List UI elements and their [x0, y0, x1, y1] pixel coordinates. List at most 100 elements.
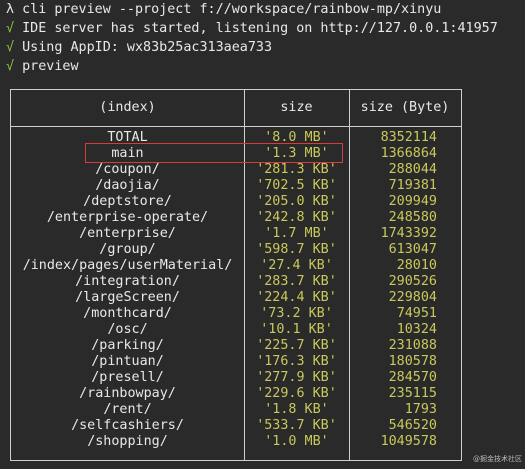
- cell-index: /presell/: [91, 370, 164, 385]
- terminal-line: √ IDE server has started, listening on h…: [6, 19, 519, 38]
- terminal-line-text: preview: [22, 59, 79, 74]
- cell-size-bytes: 10324: [349, 322, 461, 338]
- terminal-output: λ cli preview --project f://workspace/ra…: [6, 0, 519, 76]
- terminal-line: √ Using AppID: wx83b25ac313aea733: [6, 38, 519, 57]
- cell-size-bytes: 248580: [349, 210, 461, 226]
- terminal-line: λ cli preview --project f://workspace/ra…: [6, 0, 519, 19]
- cell-size-bytes: 209949: [349, 194, 461, 210]
- cell-size: '225.7 KB': [256, 338, 337, 353]
- cell-size-bytes: 235115: [349, 386, 461, 402]
- cell-size: '1.7 MB': [264, 226, 329, 241]
- watermark: @掘金技术社区: [473, 455, 522, 463]
- cell-index: /deptstore/: [83, 194, 172, 209]
- table-row: /enterprise-operate/ '242.8 KB' 248580: [11, 210, 461, 226]
- table-row: /group/ '598.7 KB' 613047: [11, 242, 461, 258]
- cell-size: '598.7 KB': [256, 242, 337, 257]
- highlight-box-main: [85, 143, 343, 163]
- size-bytes-value: 248580: [388, 210, 437, 225]
- size-bytes-value: 229804: [388, 290, 437, 305]
- cell-size-bytes: 1793: [349, 402, 461, 418]
- terminal-line: √ preview: [6, 57, 519, 76]
- cell-index: /monthcard/: [83, 306, 172, 321]
- cell-index: /parking/: [91, 338, 164, 353]
- cell-size-bytes: 546520: [349, 418, 461, 434]
- table-row: /daojia/ '702.5 KB' 719381: [11, 178, 461, 194]
- cell-size-bytes: 229804: [349, 290, 461, 306]
- cell-size-bytes: 1743392: [349, 226, 461, 242]
- cell-size-bytes: 231088: [349, 338, 461, 354]
- cell-size-bytes: 180578: [349, 354, 461, 370]
- cell-size-bytes: 8352114: [349, 130, 461, 146]
- size-bytes-value: 613047: [388, 242, 437, 257]
- terminal-line-text: cli preview --project f://workspace/rain…: [22, 2, 442, 17]
- cell-size-bytes: 719381: [349, 178, 461, 194]
- terminal-line-text: IDE server has started, listening on htt…: [22, 21, 498, 36]
- cell-size: '281.3 KB': [256, 162, 337, 177]
- size-bytes-value: 8352114: [380, 130, 437, 145]
- check-mark-icon: √: [6, 21, 23, 36]
- size-bytes-value: 719381: [388, 178, 437, 193]
- size-bytes-value: 28010: [396, 258, 437, 273]
- size-bytes-value: 1793: [404, 402, 437, 417]
- cell-index: /daojia/: [95, 178, 160, 193]
- table-row: /parking/ '225.7 KB' 231088: [11, 338, 461, 354]
- size-bytes-value: 1366864: [380, 146, 437, 161]
- cell-index: /integration/: [75, 274, 180, 289]
- cell-size: '27.4 KB': [260, 258, 333, 273]
- cell-index: /selfcashiers/: [71, 418, 184, 433]
- cell-size: '533.7 KB': [256, 418, 337, 433]
- check-mark-icon: √: [6, 59, 23, 74]
- size-bytes-value: 288044: [388, 162, 437, 177]
- cell-size: '229.6 KB': [256, 386, 337, 401]
- table-row: /integration/ '283.7 KB' 290526: [11, 274, 461, 290]
- size-bytes-value: 74951: [396, 306, 437, 321]
- cell-size: '73.2 KB': [260, 306, 333, 321]
- cell-index: /largeScreen/: [75, 290, 180, 305]
- header-size: size: [280, 100, 313, 115]
- cell-index: /osc/: [107, 322, 148, 337]
- cell-size: '1.8 KB': [264, 402, 329, 417]
- table-row: /largeScreen/ '224.4 KB' 229804: [11, 290, 461, 306]
- table-row: /presell/ '277.9 KB' 284570: [11, 370, 461, 386]
- check-mark-icon: √: [6, 40, 23, 55]
- cell-size: '277.9 KB': [256, 370, 337, 385]
- size-bytes-value: 1743392: [380, 226, 437, 241]
- table-row: /rent/ '1.8 KB' 1793: [11, 402, 461, 418]
- cell-size: '205.0 KB': [256, 194, 337, 209]
- cell-index: /rainbowpay/: [79, 386, 176, 401]
- table-header-divider: [11, 126, 461, 127]
- table-body: TOTAL '8.0 MB' 8352114 main '1.3 MB' 1366864/…: [11, 130, 461, 450]
- cell-index: /index/pages/userMaterial/: [22, 258, 233, 273]
- cell-index: /enterprise/: [79, 226, 176, 241]
- table-row: /selfcashiers/ '533.7 KB' 546520: [11, 418, 461, 434]
- header-index: (index): [99, 100, 156, 115]
- cell-size-bytes: 74951: [349, 306, 461, 322]
- table-row: /osc/ '10.1 KB' 10324: [11, 322, 461, 338]
- prompt-symbol: λ: [6, 2, 23, 17]
- cell-size: '10.1 KB': [260, 322, 333, 337]
- cell-size-bytes: 1049578: [349, 434, 461, 450]
- table-row: /enterprise/ '1.7 MB' 1743392: [11, 226, 461, 242]
- size-bytes-value: 231088: [388, 338, 437, 353]
- cell-size: '1.0 MB': [264, 434, 329, 449]
- size-bytes-value: 10324: [396, 322, 437, 337]
- cell-size: '702.5 KB': [256, 178, 337, 193]
- table-row: /rainbowpay/ '229.6 KB' 235115: [11, 386, 461, 402]
- table-row: /shopping/ '1.0 MB' 1049578: [11, 434, 461, 450]
- cell-size-bytes: 284570: [349, 370, 461, 386]
- cell-index: /pintuan/: [91, 354, 164, 369]
- cell-size: '242.8 KB': [256, 210, 337, 225]
- size-bytes-value: 546520: [388, 418, 437, 433]
- table-row: /index/pages/userMaterial/ '27.4 KB' 28010: [11, 258, 461, 274]
- cell-size-bytes: 1366864: [349, 146, 461, 162]
- cell-size-bytes: 290526: [349, 274, 461, 290]
- size-bytes-value: 209949: [388, 194, 437, 209]
- size-bytes-value: 290526: [388, 274, 437, 289]
- cell-size-bytes: 613047: [349, 242, 461, 258]
- cell-size: '176.3 KB': [256, 354, 337, 369]
- size-bytes-value: 235115: [388, 386, 437, 401]
- cell-index: /group/: [99, 242, 156, 257]
- table-row: /pintuan/ '176.3 KB' 180578: [11, 354, 461, 370]
- size-bytes-value: 1049578: [380, 434, 437, 449]
- cell-size-bytes: 28010: [349, 258, 461, 274]
